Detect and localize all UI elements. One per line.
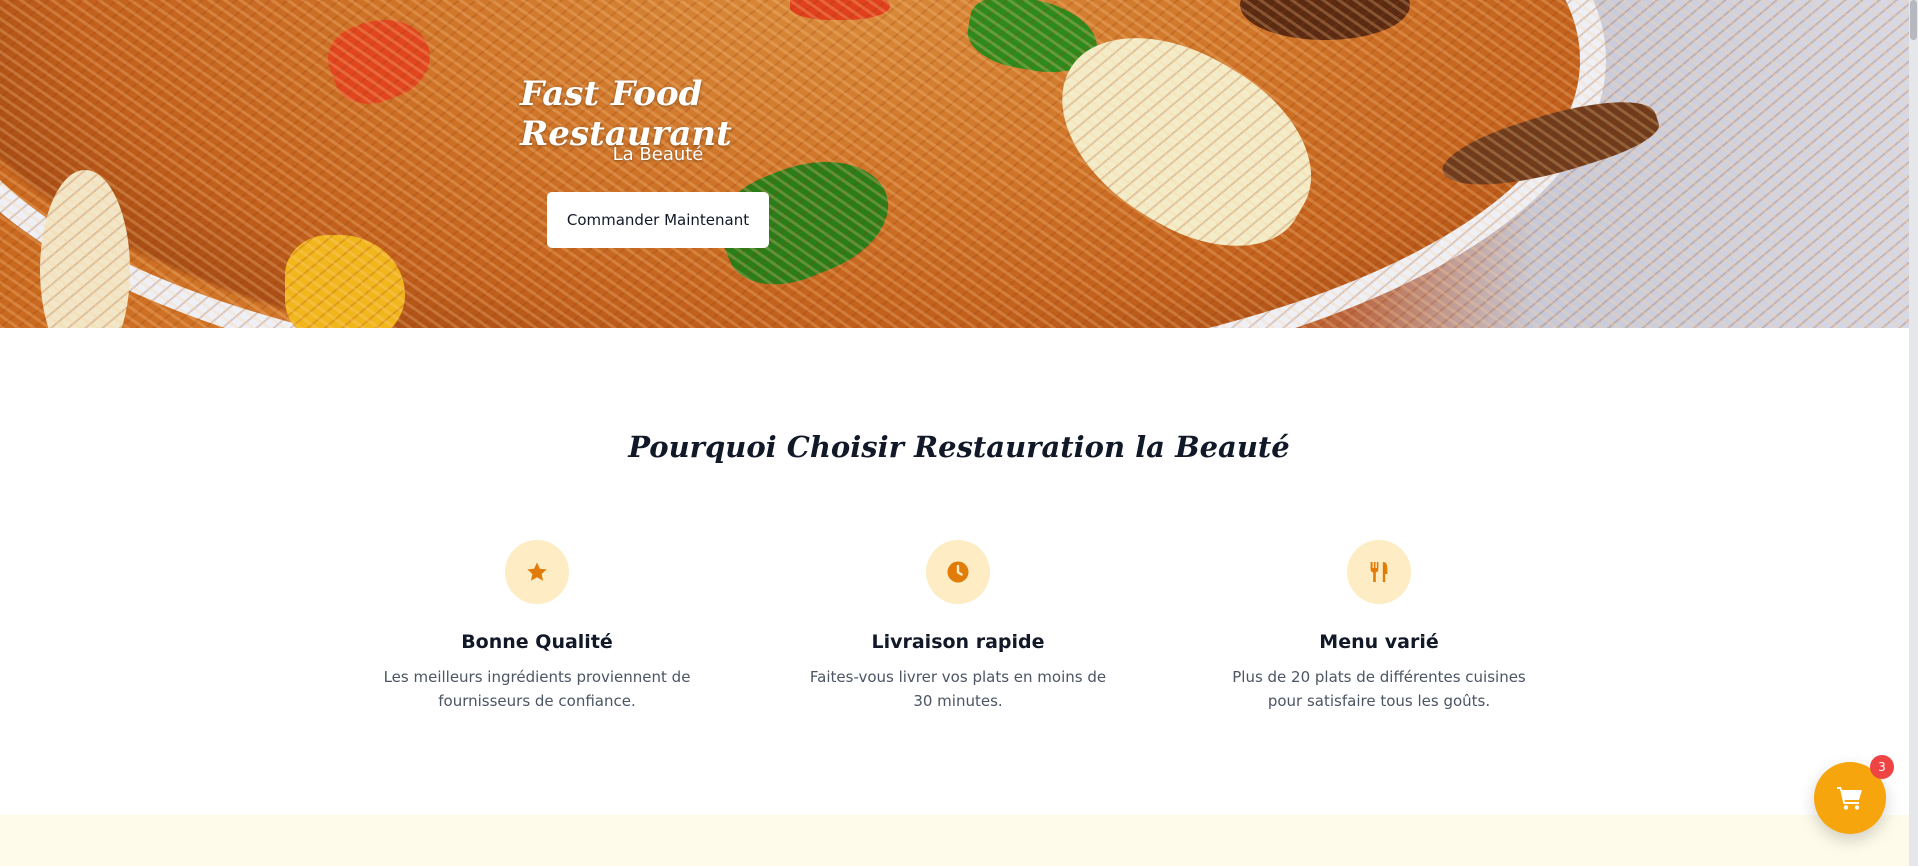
order-now-button[interactable]: Commander Maintenant <box>547 192 769 248</box>
cart-count-badge: 3 <box>1870 755 1894 779</box>
hero-banner: Fast Food Restaurant La Beauté Commander… <box>0 0 1918 328</box>
feature-title: Bonne Qualité <box>461 631 613 653</box>
hero-subtitle: La Beauté <box>612 144 704 165</box>
scrollbar-thumb[interactable] <box>1910 0 1917 40</box>
utensils-icon <box>1370 562 1388 582</box>
next-section-band <box>0 815 1918 866</box>
feature-quality: Bonne Qualité Les meilleurs ingrédients … <box>367 540 707 713</box>
star-icon <box>527 562 547 581</box>
feature-menu: Menu varié Plus de 20 plats de différent… <box>1209 540 1549 713</box>
cart-icon <box>1837 787 1862 810</box>
feature-icon-circle <box>1347 540 1411 604</box>
hero-title: Fast Food Restaurant <box>520 74 732 154</box>
why-choose-title: Pourquoi Choisir Restauration la Beauté <box>628 430 1290 464</box>
feature-text: Plus de 20 plats de différentes cuisines… <box>1232 668 1526 710</box>
clock-icon <box>947 561 969 583</box>
feature-icon-circle <box>505 540 569 604</box>
feature-title: Livraison rapide <box>871 631 1045 653</box>
feature-text: Les meilleurs ingrédients proviennent de… <box>383 668 691 710</box>
feature-title: Menu varié <box>1319 631 1439 653</box>
feature-delivery: Livraison rapide Faites-vous livrer vos … <box>788 540 1128 713</box>
feature-icon-circle <box>926 540 990 604</box>
feature-text: Faites-vous livrer vos plats en moins de… <box>809 668 1107 710</box>
scrollbar[interactable] <box>1909 0 1918 866</box>
